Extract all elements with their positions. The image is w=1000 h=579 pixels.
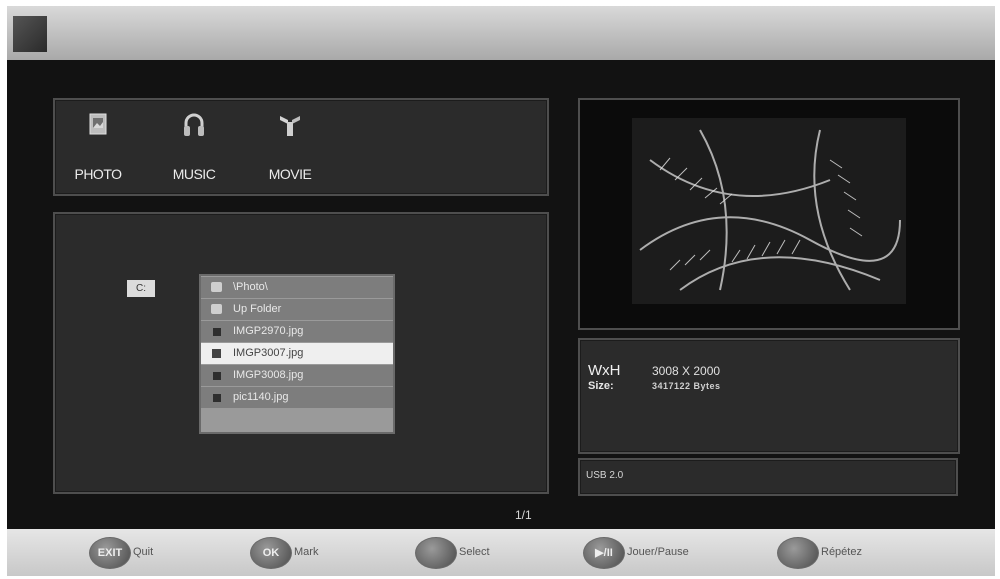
file-row-imgp2970[interactable]: IMGP2970.jpg <box>201 321 393 342</box>
file-name: IMGP3007.jpg <box>233 347 304 359</box>
tab-music[interactable]: MUSIC <box>159 110 229 182</box>
device-panel: USB 2.0 <box>578 458 958 496</box>
media-type-tabs: PHOTO MUSIC MOVIE <box>53 98 549 196</box>
repeat-button-icon <box>777 537 819 569</box>
up-folder-icon <box>211 304 222 314</box>
source-logo-icon <box>13 16 47 52</box>
movie-icon <box>280 116 300 136</box>
exit-button-icon: EXIT <box>89 537 131 569</box>
file-row-pic1140[interactable]: pic1140.jpg <box>201 387 393 408</box>
navigate-button-icon <box>415 537 457 569</box>
tab-photo[interactable]: PHOTO <box>63 110 133 182</box>
ok-button-icon: OK <box>250 537 292 569</box>
file-icon <box>213 394 221 402</box>
tab-label: PHOTO <box>74 166 122 182</box>
drive-label[interactable]: C: <box>127 280 155 297</box>
play-pause-button-icon: ▶/II <box>583 537 625 569</box>
file-icon <box>213 328 221 336</box>
photo-icon <box>89 113 107 135</box>
file-name: IMGP2970.jpg <box>233 325 304 337</box>
resolution-value: 3008 X 2000 <box>652 364 721 378</box>
top-bar <box>7 6 995 60</box>
file-list[interactable]: \Photo\ Up Folder IMGP2970.jpg IMGP3007.… <box>199 274 395 434</box>
photo-preview-panel <box>578 98 960 330</box>
file-row-up-folder[interactable]: Up Folder <box>201 299 393 320</box>
file-info-panel: WxH 3008 X 2000 Size: 3417122 Bytes <box>578 338 960 454</box>
size-value: 3417122 Bytes <box>652 381 721 391</box>
image-file-icon <box>212 349 221 358</box>
file-name: Up Folder <box>233 303 282 315</box>
file-name: \Photo\ <box>233 281 268 293</box>
file-name: pic1140.jpg <box>233 391 289 403</box>
file-row-photo-folder[interactable]: \Photo\ <box>201 277 393 298</box>
file-row-imgp3008[interactable]: IMGP3008.jpg <box>201 365 393 386</box>
tab-label: MOVIE <box>268 166 312 182</box>
hint-label: Quit <box>133 546 154 558</box>
file-row-imgp3007[interactable]: IMGP3007.jpg <box>201 343 393 364</box>
headphones-icon <box>184 113 204 136</box>
device-label: USB 2.0 <box>586 470 624 481</box>
file-icon <box>213 372 221 380</box>
bottom-hint-bar: EXIT Quit OK Mark Select ▶/II Jouer/Paus… <box>7 529 995 576</box>
hint-label: Select <box>459 546 490 558</box>
file-name: IMGP3008.jpg <box>233 369 304 381</box>
tab-movie[interactable]: MOVIE <box>255 110 325 182</box>
tv-media-player-screen: PHOTO MUSIC MOVIE C: \Photo\ Up Folder I… <box>7 6 995 576</box>
file-browser-panel: C: \Photo\ Up Folder IMGP2970.jpg IMGP30… <box>53 212 549 494</box>
resolution-label: WxH <box>588 362 621 379</box>
hint-label: Répétez <box>821 546 862 558</box>
tab-label: MUSIC <box>172 166 216 182</box>
size-label: Size: <box>588 380 614 392</box>
hint-label: Mark <box>294 546 319 558</box>
page-indicator: 1/1 <box>515 508 532 522</box>
folder-icon <box>211 282 222 292</box>
photo-preview-image <box>580 100 958 328</box>
hint-label: Jouer/Pause <box>627 546 689 558</box>
